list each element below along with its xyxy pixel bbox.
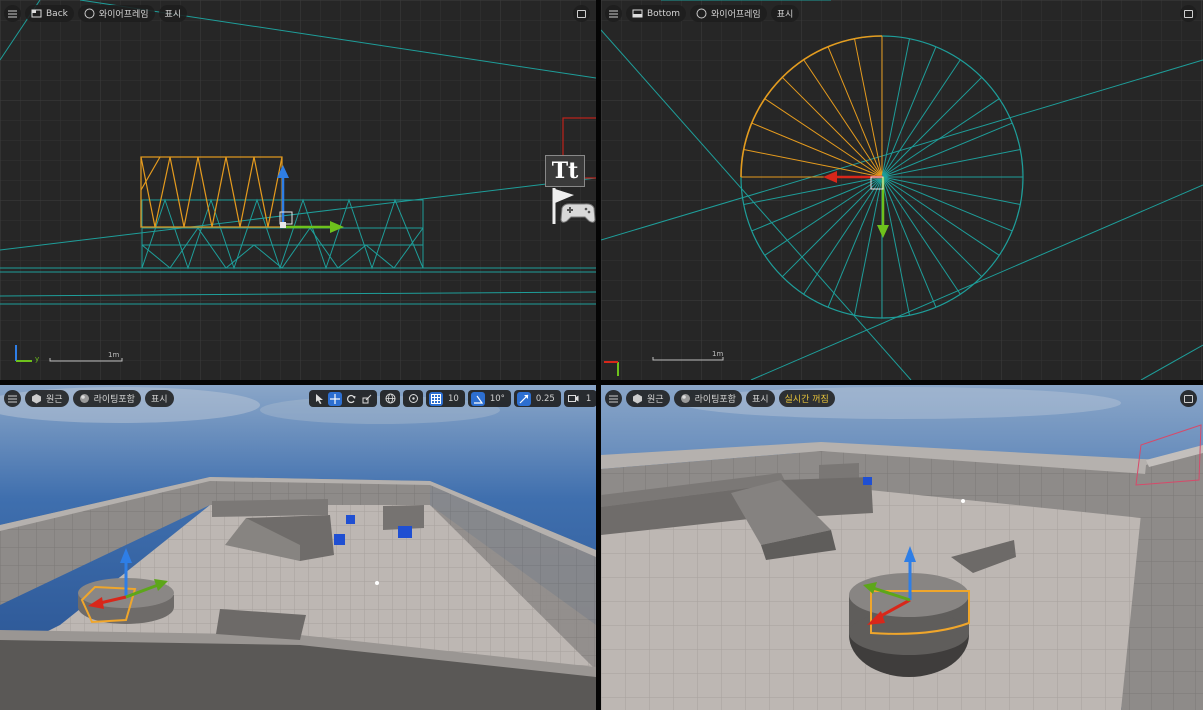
scale-label: 1m bbox=[108, 351, 120, 359]
maximize-icon bbox=[1184, 9, 1193, 18]
lit-sphere-icon bbox=[680, 394, 690, 403]
view-type-button[interactable]: 원근 bbox=[626, 390, 670, 407]
viewport-menu-button[interactable] bbox=[605, 390, 622, 407]
gamepad-icon bbox=[560, 203, 596, 223]
back-wireframe-canvas[interactable] bbox=[0, 0, 596, 380]
maximize-viewport-button[interactable] bbox=[1180, 5, 1197, 22]
viewport-menu-button[interactable] bbox=[4, 5, 21, 22]
maximize-viewport-button[interactable] bbox=[573, 5, 590, 22]
perspective-scene-canvas[interactable] bbox=[0, 385, 596, 710]
viewport-menu-button[interactable] bbox=[605, 5, 622, 22]
view-type-button[interactable]: 원근 bbox=[25, 390, 69, 407]
show-label: 표시 bbox=[150, 395, 168, 405]
rotation-snap-group: 10° bbox=[467, 390, 511, 407]
maximize-viewport-button[interactable] bbox=[1180, 390, 1197, 407]
surface-snap-group bbox=[403, 390, 423, 407]
grid-icon bbox=[431, 393, 441, 404]
world-space-button[interactable] bbox=[383, 392, 397, 406]
grid-snap-value[interactable]: 10 bbox=[445, 394, 462, 404]
cursor-icon bbox=[315, 393, 323, 404]
transform-mode-group bbox=[309, 390, 377, 407]
ortho-view-icon bbox=[632, 9, 643, 18]
wireframe-sphere-icon bbox=[696, 8, 707, 19]
viewport-splitter-vertical[interactable] bbox=[596, 0, 601, 710]
surface-snap-button[interactable] bbox=[406, 392, 420, 406]
view-mode-button[interactable]: 와이어프레임 bbox=[77, 5, 155, 22]
view-type-button[interactable]: Bottom bbox=[626, 5, 687, 22]
perspective-scene-canvas-2[interactable] bbox=[601, 385, 1203, 710]
grid-snap-group: 10 bbox=[426, 390, 465, 407]
view-mode-label: 와이어프레임 bbox=[711, 10, 761, 20]
perspective-cube-icon bbox=[633, 394, 642, 404]
rotate-icon bbox=[347, 394, 356, 403]
maximize-icon bbox=[1184, 394, 1193, 403]
camera-speed-group: 1 bbox=[563, 390, 596, 407]
coordinate-space-group bbox=[380, 390, 400, 407]
show-label: 표시 bbox=[776, 10, 794, 20]
bottom-wireframe-canvas[interactable] bbox=[601, 0, 1203, 380]
lit-sphere-icon bbox=[79, 394, 89, 403]
view-mode-label: 라이팅포함 bbox=[694, 395, 736, 405]
show-label: 표시 bbox=[751, 395, 769, 405]
rotation-snap-value[interactable]: 10° bbox=[487, 394, 508, 404]
hamburger-icon bbox=[609, 10, 618, 17]
move-arrows-icon bbox=[330, 393, 340, 404]
view-type-button[interactable]: Back bbox=[25, 5, 74, 22]
show-menu-button[interactable]: 표시 bbox=[745, 390, 775, 407]
axis-y-label: y bbox=[35, 355, 40, 363]
player-start-flag-icon[interactable] bbox=[548, 186, 596, 226]
ortho-view-icon bbox=[31, 9, 42, 18]
translate-tool-button[interactable] bbox=[328, 391, 342, 406]
camera-speed-value[interactable]: 1 bbox=[583, 394, 594, 404]
view-mode-button[interactable]: 라이팅포함 bbox=[673, 390, 742, 407]
camera-icon bbox=[568, 395, 579, 402]
hamburger-icon bbox=[609, 395, 618, 402]
viewport-perspective-2[interactable]: 원근 라이팅포함 표시 실시간 꺼짐 bbox=[601, 385, 1203, 710]
globe-icon bbox=[385, 393, 395, 404]
viewport-bottom[interactable]: Bottom 와이어프레임 표시 1m bbox=[601, 0, 1203, 380]
viewport-perspective[interactable]: 원근 라이팅포함 표시 10 10° 0.25 1 bbox=[0, 385, 596, 710]
view-type-label: 원근 bbox=[647, 395, 664, 405]
viewport-menu-button[interactable] bbox=[4, 390, 21, 407]
hamburger-icon bbox=[8, 395, 17, 402]
view-mode-label: 라이팅포함 bbox=[93, 395, 135, 405]
text-render-icon[interactable]: Tt bbox=[545, 155, 585, 187]
viewport-splitter-horizontal[interactable] bbox=[0, 380, 1203, 385]
rotation-snap-button[interactable] bbox=[470, 391, 485, 406]
view-mode-label: 와이어프레임 bbox=[98, 10, 149, 20]
show-menu-button[interactable]: 표시 bbox=[158, 5, 188, 22]
view-type-label: Bottom bbox=[647, 8, 681, 19]
camera-speed-button[interactable] bbox=[567, 392, 581, 406]
rotate-tool-button[interactable] bbox=[344, 392, 358, 406]
viewport-back[interactable]: Back 와이어프레임 표시 1m y Tt bbox=[0, 0, 596, 380]
scale-snap-button[interactable] bbox=[516, 391, 531, 406]
show-menu-button[interactable]: 표시 bbox=[144, 390, 174, 407]
wireframe-sphere-icon bbox=[84, 8, 95, 19]
show-label: 표시 bbox=[164, 10, 182, 20]
scale-label: 1m bbox=[712, 350, 724, 358]
view-type-label: 원근 bbox=[46, 395, 63, 405]
realtime-off-label: 실시간 꺼짐 bbox=[784, 395, 829, 405]
angle-icon bbox=[473, 395, 483, 404]
view-type-label: Back bbox=[46, 8, 68, 19]
scale-snap-group: 0.25 bbox=[513, 390, 561, 407]
realtime-off-badge[interactable]: 실시간 꺼짐 bbox=[778, 390, 835, 407]
show-menu-button[interactable]: 표시 bbox=[770, 5, 800, 22]
maximize-icon bbox=[577, 9, 586, 18]
transform-toolbar: 10 10° 0.25 1 bbox=[309, 390, 596, 407]
hamburger-icon bbox=[8, 10, 17, 17]
scale-icon bbox=[362, 394, 372, 403]
scale-snap-icon bbox=[519, 394, 529, 403]
scale-tool-button[interactable] bbox=[360, 392, 374, 406]
view-mode-button[interactable]: 라이팅포함 bbox=[72, 390, 141, 407]
perspective-cube-icon bbox=[32, 394, 41, 404]
select-tool-button[interactable] bbox=[312, 392, 326, 406]
scale-snap-value[interactable]: 0.25 bbox=[533, 394, 558, 404]
grid-snap-button[interactable] bbox=[429, 391, 443, 406]
surface-snap-icon bbox=[408, 394, 418, 403]
view-mode-button[interactable]: 와이어프레임 bbox=[690, 5, 767, 22]
